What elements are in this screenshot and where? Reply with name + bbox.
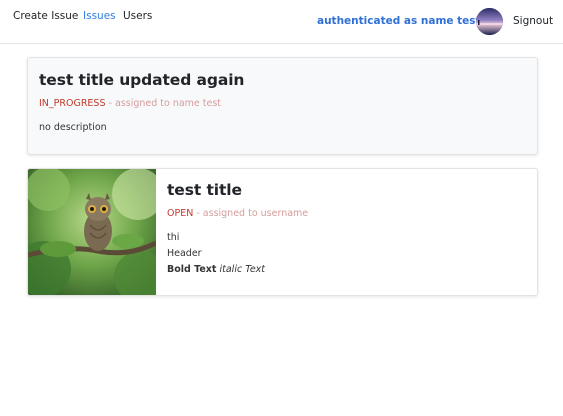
nav-users-link[interactable]: Users — [123, 10, 152, 22]
issue-title[interactable]: test title — [167, 181, 242, 199]
signout-link[interactable]: Signout — [513, 15, 553, 27]
owl-photo-icon — [28, 169, 156, 295]
auth-status-text: authenticated as name test — [317, 15, 481, 27]
issue-body-line: thi — [167, 232, 180, 243]
nav-issues-link[interactable]: Issues — [83, 10, 116, 22]
issue-bold-text: Bold Text — [167, 264, 217, 275]
issue-status: IN_PROGRESS — [39, 98, 106, 109]
issue-body-formatted: Bold Text italic Text — [167, 264, 265, 275]
issue-status: OPEN — [167, 208, 194, 219]
issue-body-header: Header — [167, 248, 202, 259]
issue-description: no description — [39, 122, 107, 133]
issue-image — [28, 169, 156, 295]
issue-card[interactable]: test title updated again IN_PROGRESS - a… — [27, 57, 538, 155]
nav-create-issue-link[interactable]: Create Issue — [13, 10, 78, 22]
user-avatar[interactable] — [476, 8, 503, 35]
issue-title[interactable]: test title updated again — [39, 71, 244, 89]
issue-assignment: - assigned to username — [193, 208, 309, 219]
issue-assignment: - assigned to name test — [105, 98, 222, 109]
issue-meta: OPEN - assigned to username — [167, 208, 308, 219]
top-navbar: Create Issue Issues Users authenticated … — [0, 0, 563, 44]
issue-card[interactable]: test title OPEN - assigned to username t… — [27, 168, 538, 296]
issue-meta: IN_PROGRESS - assigned to name test — [39, 98, 221, 109]
avatar-image — [476, 8, 503, 35]
issue-italic-text: italic Text — [219, 264, 266, 275]
